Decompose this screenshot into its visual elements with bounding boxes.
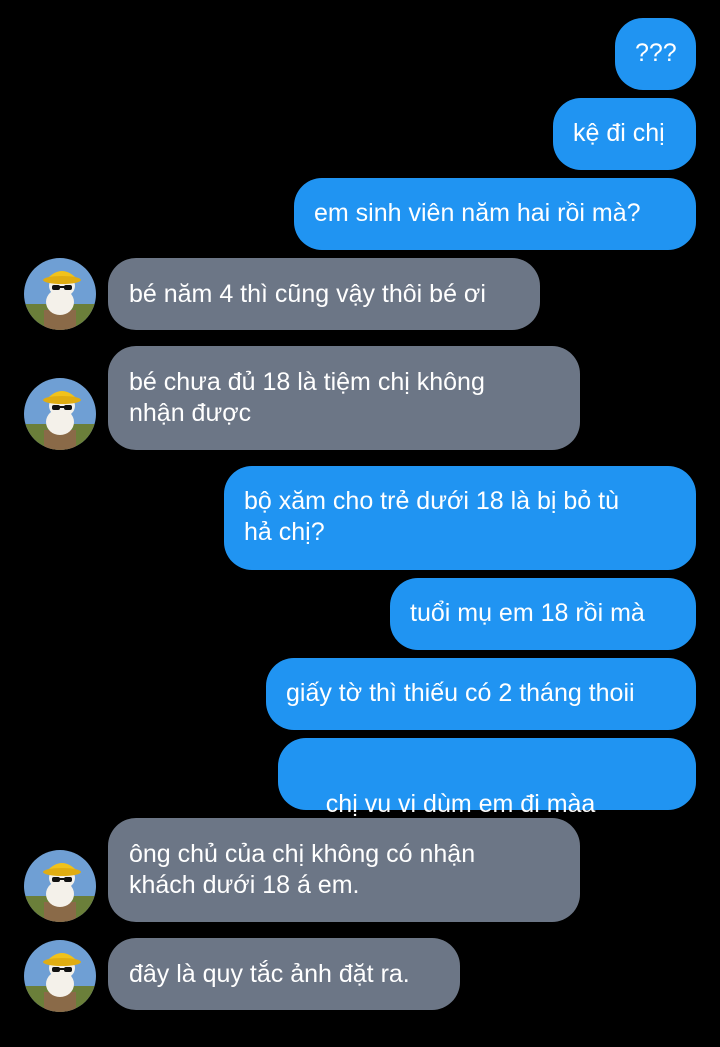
outgoing-message-bubble[interactable]: em sinh viên năm hai rồi mà? bbox=[294, 178, 696, 250]
chat-thread: ??? kệ đi chị em sinh viên năm hai rồi m… bbox=[0, 0, 720, 1023]
cat-avatar-icon[interactable] bbox=[24, 850, 96, 922]
message-text: chị vu vi dùm em đi màa bbox=[325, 790, 596, 818]
incoming-message-bubble[interactable]: đây là quy tắc ảnh đặt ra. bbox=[108, 938, 460, 1010]
cat-avatar-icon[interactable] bbox=[24, 258, 96, 330]
outgoing-message-bubble[interactable]: chị vu vi dùm em đi màa bbox=[278, 738, 696, 975]
incoming-message-bubble[interactable]: bé chưa đủ 18 là tiệm chị không nhận đượ… bbox=[108, 346, 580, 450]
cat-avatar-icon[interactable] bbox=[24, 940, 96, 1012]
outgoing-message-bubble[interactable]: bộ xăm cho trẻ dưới 18 là bị bỏ tù hả ch… bbox=[224, 466, 696, 570]
cat-avatar-icon[interactable] bbox=[24, 378, 96, 450]
outgoing-message-bubble[interactable]: ??? bbox=[615, 18, 696, 90]
outgoing-message-bubble[interactable]: kệ đi chị bbox=[553, 98, 696, 170]
incoming-message-bubble[interactable]: bé năm 4 thì cũng vậy thôi bé ơi bbox=[108, 258, 540, 330]
outgoing-message-bubble[interactable]: tuổi mụ em 18 rồi mà bbox=[390, 578, 696, 650]
outgoing-message-bubble[interactable]: giấy tờ thì thiếu có 2 tháng thoii bbox=[266, 658, 696, 730]
incoming-message-bubble[interactable]: ông chủ của chị không có nhận khách dưới… bbox=[108, 818, 580, 922]
